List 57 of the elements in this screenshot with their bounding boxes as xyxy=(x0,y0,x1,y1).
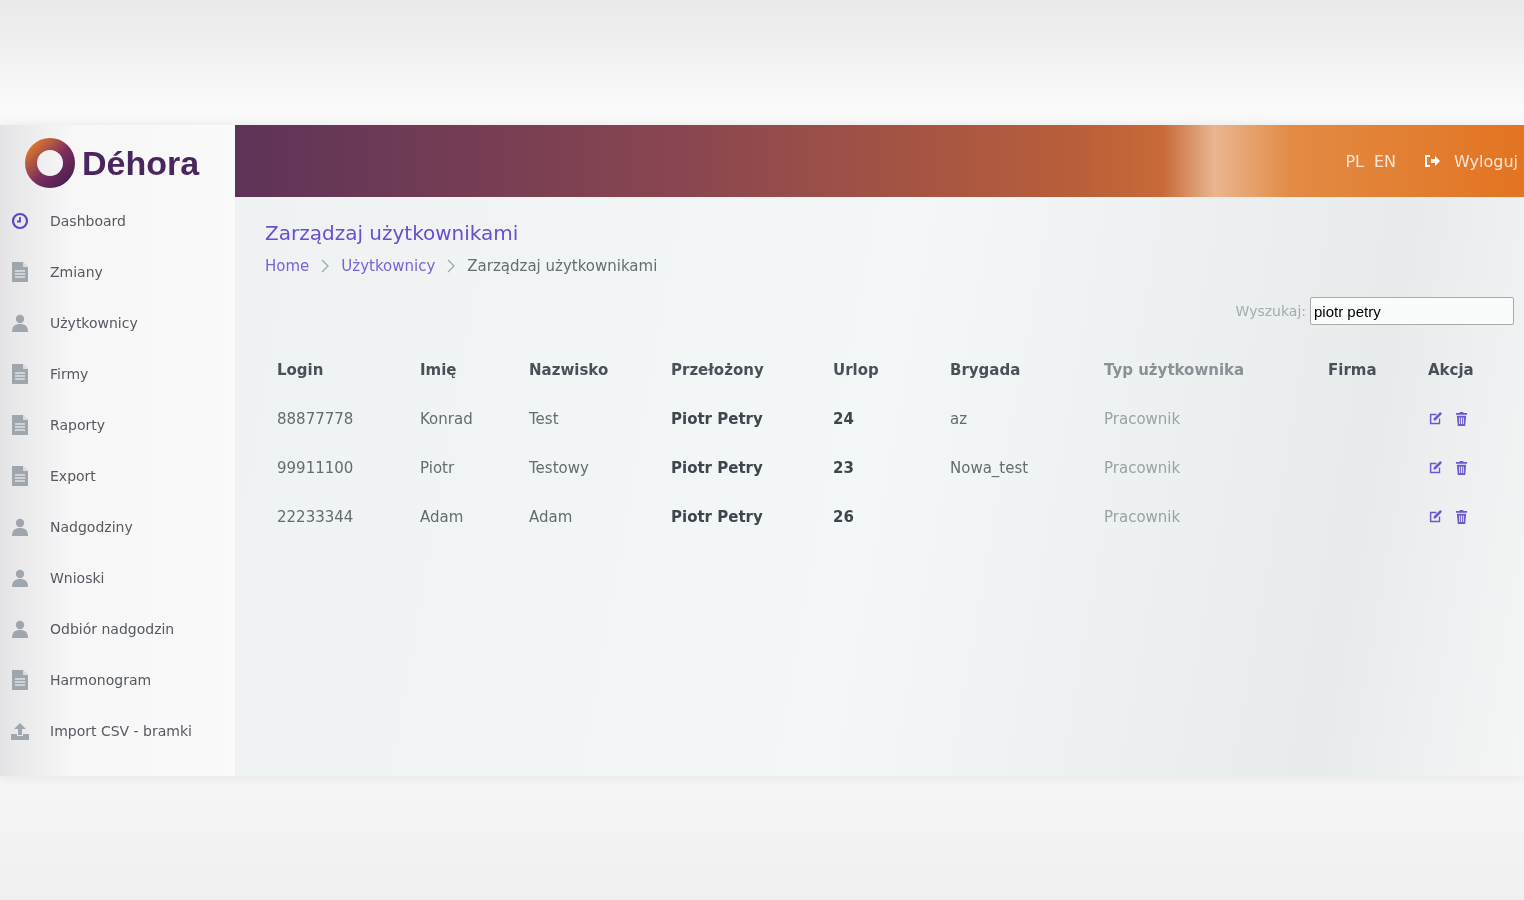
sidebar-item[interactable]: Raporty xyxy=(0,399,235,450)
column-header: Typ użytkownika xyxy=(1104,360,1246,379)
breadcrumb-current: Zarządzaj użytkownikami xyxy=(467,257,658,275)
sidebar-item[interactable]: Nadgodziny xyxy=(0,501,235,552)
sidebar-item[interactable]: Harmonogram xyxy=(0,654,235,705)
column-header: Akcja xyxy=(1428,360,1475,379)
column-header: Login xyxy=(277,360,325,379)
trash-icon[interactable] xyxy=(1455,509,1468,524)
sidebar-item[interactable]: Import CSV - bramki xyxy=(0,705,235,756)
table-cell-text: 88877778 xyxy=(277,409,355,428)
page-title: Zarządzaj użytkownikami xyxy=(265,221,520,245)
table-cell-text: Piotr xyxy=(420,458,456,477)
column-header: Firma xyxy=(1328,360,1378,379)
column-header: Imię xyxy=(420,360,458,379)
table-cell-text: 22233344 xyxy=(277,507,355,526)
chevron-icon xyxy=(447,259,456,273)
sidebar-item[interactable]: Odbiór nadgodzin xyxy=(0,603,235,654)
table-cell-text: Testowy xyxy=(529,458,590,477)
breadcrumb-link[interactable]: Użytkownicy xyxy=(341,257,436,275)
chevron-icon xyxy=(321,259,330,273)
edit-icon[interactable] xyxy=(1428,411,1443,426)
table-cell-text: Adam xyxy=(529,507,574,526)
table-cell-text: az xyxy=(950,409,969,428)
sidebar-item[interactable]: Wnioski xyxy=(0,552,235,603)
ring-logo-icon xyxy=(24,137,76,189)
table-cell-text: 26 xyxy=(833,507,855,526)
brand-name: Déhora xyxy=(82,143,200,183)
table-cell-text: 99911100 xyxy=(277,458,355,477)
trash-icon[interactable] xyxy=(1455,460,1468,475)
column-header: Nazwisko xyxy=(529,360,610,379)
search-label: Wyszukaj: xyxy=(1235,303,1306,319)
table-cell-text: 23 xyxy=(833,458,855,477)
table-cell-text: Nowa_test xyxy=(950,458,1030,477)
search-field[interactable]: piotr petry xyxy=(1310,297,1514,325)
table-cell-text: Pracownik xyxy=(1104,507,1182,526)
breadcrumb-link[interactable]: Home xyxy=(265,257,310,275)
sidebar-item[interactable]: Użytkownicy xyxy=(0,297,235,348)
table-cell-text: Piotr Petry xyxy=(671,458,764,477)
sidebar-item[interactable]: Zmiany xyxy=(0,246,235,297)
table-cell-text: Adam xyxy=(420,507,465,526)
table-cell-text: Konrad xyxy=(420,409,474,428)
sidebar-item[interactable]: Dashboard xyxy=(0,195,235,246)
edit-icon[interactable] xyxy=(1428,460,1443,475)
table-cell-text: Piotr Petry xyxy=(671,409,764,428)
sidebar-item[interactable]: Firmy xyxy=(0,348,235,399)
trash-icon[interactable] xyxy=(1455,411,1468,426)
column-header: Urlop xyxy=(833,360,880,379)
column-header: Przełożony xyxy=(671,360,765,379)
column-header: Brygada xyxy=(950,360,1022,379)
table-cell-text: Pracownik xyxy=(1104,409,1182,428)
edit-icon[interactable] xyxy=(1428,509,1443,524)
table-cell-text: 24 xyxy=(833,409,855,428)
sign-out-icon xyxy=(1424,154,1440,168)
table-cell-text: Piotr Petry xyxy=(671,507,764,526)
table-cell-text: Pracownik xyxy=(1104,458,1182,477)
sidebar-item[interactable]: Export xyxy=(0,450,235,501)
table-cell-text: Test xyxy=(529,409,560,428)
